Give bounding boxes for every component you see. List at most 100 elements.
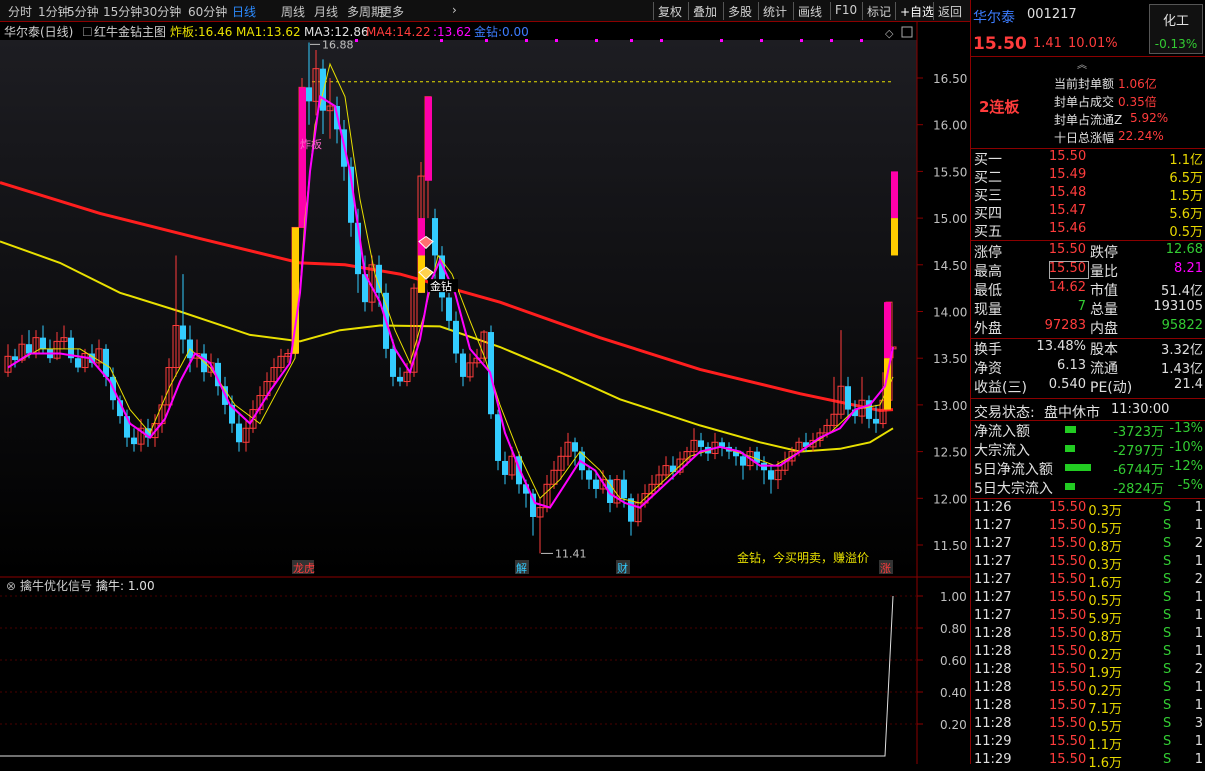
sub-close-icon[interactable]: ⊗ — [6, 579, 16, 593]
fund-flow-label: 5日大宗流入 — [974, 481, 1053, 497]
period-tab-9[interactable]: 多周期 — [347, 3, 383, 20]
tick-count: 1 — [1194, 518, 1203, 533]
tick-price: 15.50 — [1049, 518, 1087, 533]
candle-body-down — [453, 320, 459, 354]
bid-row: 买二 15.49 6.5万 — [971, 167, 1205, 186]
event-tag-2[interactable]: 财 — [617, 561, 628, 575]
bid-row: 买四 15.47 5.6万 — [971, 203, 1205, 222]
stat-value: 12.68 — [1165, 242, 1203, 257]
stat-row: 涨停 15.50 跌停 12.68 — [971, 242, 1205, 261]
stat-label: 外盘 — [974, 321, 1002, 337]
top-signal-dot — [355, 39, 358, 42]
tick-count: 1 — [1194, 500, 1203, 515]
seal-info-row: 封单占成交 0.35倍 — [971, 93, 1205, 111]
event-tag-3[interactable]: 涨 — [880, 562, 891, 575]
tick-row: 11:29 15.50 1.1万 S 1 — [971, 734, 1205, 753]
tick-volume: 5.9万 — [1088, 612, 1122, 627]
top-signal-dot — [525, 39, 528, 42]
top-signal-dot — [860, 39, 863, 42]
period-tab-8[interactable]: 月线 — [314, 3, 338, 20]
chart-area[interactable]: 16.50 16.00 15.50 15.00 14.50 14.00 13.50 13.00… — [0, 22, 970, 764]
tick-side: S — [1163, 626, 1172, 641]
period-tab-5[interactable]: 60分钟 — [188, 3, 227, 20]
top-signal-dot — [830, 39, 833, 42]
fund-flow-bar — [1065, 426, 1076, 433]
stat-value: 21.4 — [1174, 377, 1203, 392]
toolbar-button-7[interactable]: +自选 — [900, 3, 934, 20]
tick-time: 11:27 — [974, 608, 1012, 623]
toolbar-button-3[interactable]: 统计 — [763, 3, 787, 20]
stat-row: 收益(三) 0.540 PE(动) 21.4 — [971, 377, 1205, 396]
fund-flow-pct: -10% — [1169, 440, 1203, 455]
sub-tick-label: 0.80 — [940, 622, 967, 636]
period-tab-10[interactable]: 更多 — [380, 3, 404, 20]
stat-value: 1.43亿 — [1161, 362, 1203, 377]
fund-flow-pct: -13% — [1169, 421, 1203, 436]
toolbar-button-1[interactable]: 叠加 — [693, 3, 717, 20]
fund-flow-bar — [1065, 483, 1075, 490]
candle-body-down — [698, 440, 704, 447]
event-tag-0[interactable]: 龙虎 — [293, 562, 315, 575]
tick-volume: 0.5万 — [1088, 522, 1122, 537]
period-tab-6[interactable]: 日线 — [232, 3, 256, 20]
trade-status-label: 交易状态: — [974, 405, 1035, 421]
jinzuan-tag: 金钻 — [430, 279, 452, 293]
y-tick-label: 14.50 — [933, 259, 967, 273]
today-bar-magenta — [891, 171, 898, 219]
tick-side: S — [1163, 680, 1172, 695]
tick-count: 1 — [1194, 752, 1203, 767]
candle-body-down — [768, 470, 774, 480]
stat-value: 7 — [1077, 299, 1086, 314]
tick-price: 15.50 — [1049, 626, 1087, 641]
period-tab-3[interactable]: 15分钟 — [103, 3, 142, 20]
chart-svg[interactable]: 16.50 16.00 15.50 15.00 14.50 14.00 13.50 13.00… — [0, 22, 970, 764]
candle-body-down — [670, 465, 676, 473]
sector-name: 化工 — [1162, 14, 1189, 29]
tick-price: 15.50 — [1049, 644, 1087, 659]
more-chevron-icon[interactable]: › — [452, 3, 457, 17]
tick-row: 11:27 15.50 1.6万 S 2 — [971, 572, 1205, 591]
collapse-chevron-icon[interactable]: ︽ — [1077, 56, 1087, 71]
candle-body-down — [390, 348, 396, 377]
candle-body-down — [740, 456, 746, 466]
period-tab-1[interactable]: 1分钟 — [38, 3, 70, 20]
tick-count: 2 — [1194, 536, 1203, 551]
prev-bar-magenta — [884, 302, 891, 359]
toolbar-separator — [723, 2, 724, 20]
period-tab-4[interactable]: 30分钟 — [142, 3, 181, 20]
tick-volume: 1.6万 — [1088, 756, 1122, 771]
toolbar-button-4[interactable]: 画线 — [798, 3, 822, 20]
period-tab-0[interactable]: 分时 — [8, 3, 32, 20]
fund-flow-pct: -5% — [1177, 478, 1203, 493]
toolbar-button-2[interactable]: 多股 — [728, 3, 752, 20]
diamond-outline-icon[interactable]: ◇ — [885, 27, 894, 40]
toolbar-button-8[interactable]: 返回 — [938, 3, 962, 20]
legend-ma3: MA3:12.86 — [304, 25, 369, 39]
stock-code: 001217 — [1027, 7, 1077, 22]
fund-flow-row: 5日大宗流入 -2824万 -5% — [971, 478, 1205, 497]
tick-side: S — [1163, 518, 1172, 533]
legend-ma1: MA1:13.62 — [236, 25, 301, 39]
top-signal-dot — [760, 39, 763, 42]
toolbar-button-0[interactable]: 复权 — [658, 3, 682, 20]
tick-time: 11:27 — [974, 518, 1012, 533]
bid-label: 买二 — [974, 170, 1002, 186]
y-tick-label: 12.00 — [933, 492, 967, 506]
tick-price: 15.50 — [1049, 572, 1087, 587]
tick-side: S — [1163, 644, 1172, 659]
period-tab-2[interactable]: 5分钟 — [67, 3, 99, 20]
candle-body-down — [12, 356, 18, 361]
stat-label: 总量 — [1090, 302, 1118, 318]
toolbar-button-5[interactable]: F10 — [835, 3, 857, 17]
sub-tick-label: 0.60 — [940, 654, 967, 668]
fund-flow-row: 大宗流入 -2797万 -10% — [971, 440, 1205, 459]
candle-body-down — [502, 460, 508, 475]
tick-price: 15.50 — [1049, 500, 1087, 515]
toolbar-separator — [688, 2, 689, 20]
period-tab-7[interactable]: 周线 — [281, 3, 305, 20]
tick-row: 11:28 15.50 1.9万 S 2 — [971, 662, 1205, 681]
stat-row: 换手 13.48% 股本 3.32亿 — [971, 339, 1205, 358]
slogan-text: 金钻，今买明卖，赚溢价 — [737, 550, 869, 565]
toolbar-button-6[interactable]: 标记 — [867, 3, 891, 20]
event-tag-1[interactable]: 解 — [516, 561, 527, 575]
